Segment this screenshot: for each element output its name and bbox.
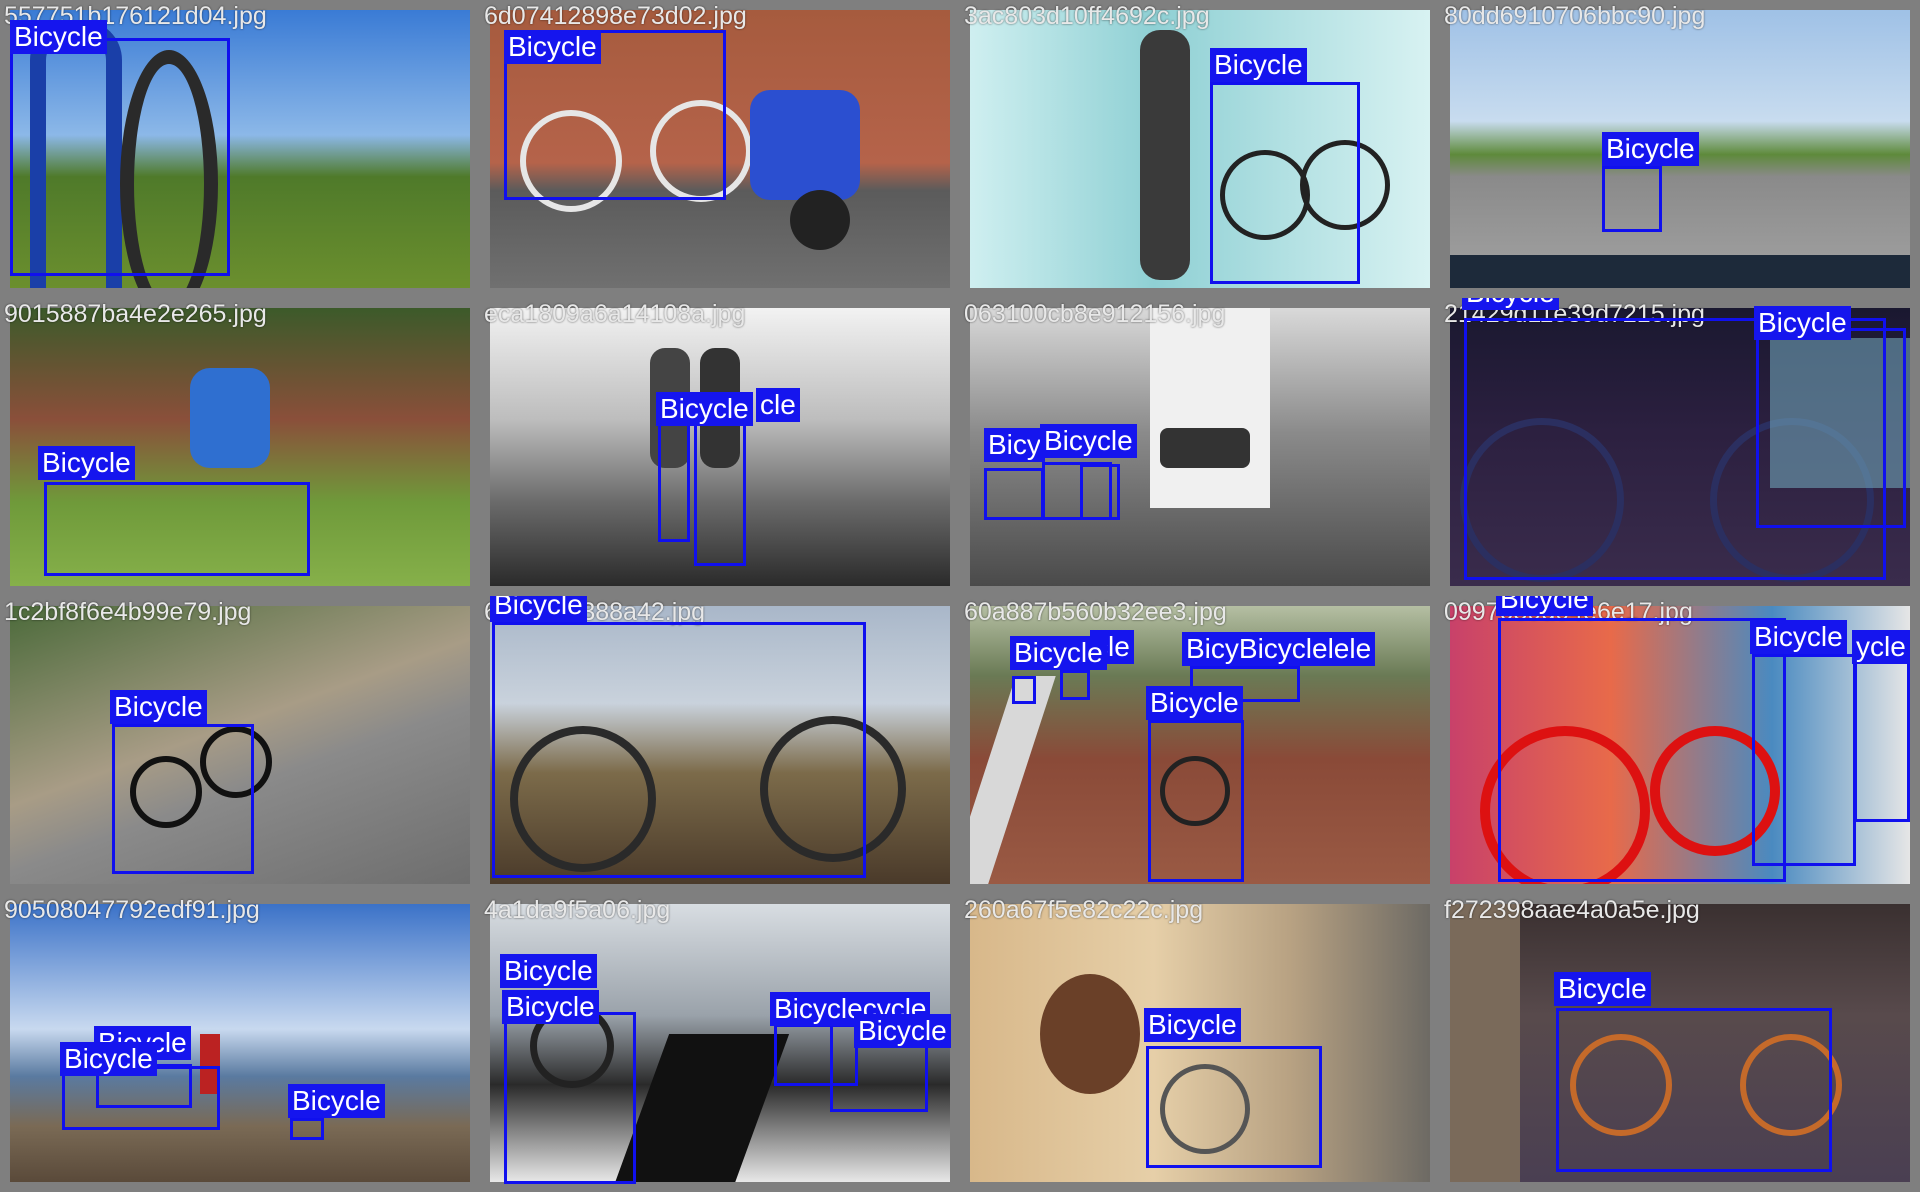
filename: 90508047792edf91.jpg bbox=[4, 896, 260, 924]
bbox bbox=[694, 412, 746, 566]
tile-5: 9015887ba4e2e265.jpg Bicycle bbox=[0, 298, 480, 596]
bbox bbox=[1148, 720, 1244, 882]
bbox bbox=[10, 38, 230, 276]
filename: eca1809a6a14108a.jpg bbox=[484, 300, 746, 328]
tile-7: 063100cb8e912156.jpg Bicy Bicycle bbox=[960, 298, 1440, 596]
bbox bbox=[290, 1118, 324, 1140]
label: Bicycle bbox=[38, 446, 135, 480]
filename: f272398aae4a0a5e.jpg bbox=[1444, 896, 1700, 924]
tile-16: f272398aae4a0a5e.jpg Bicycle bbox=[1440, 894, 1920, 1192]
label: Bicycle bbox=[490, 596, 587, 622]
label: Bicycle bbox=[10, 20, 107, 54]
tile-1: 557751b176121d04.jpg Bicycle bbox=[0, 0, 480, 298]
mosaic-grid: 557751b176121d04.jpg Bicycle 6d07412898e… bbox=[0, 0, 1920, 1192]
tile-12: 0997059d04e6e17.jpg Bicycle Bicycle ycle bbox=[1440, 596, 1920, 894]
filename: 60a887b560b32ee3.jpg bbox=[964, 598, 1227, 626]
filename: 1c2bf8f6e4b99e79.jpg bbox=[4, 598, 252, 626]
bbox bbox=[112, 724, 254, 874]
bbox bbox=[1602, 166, 1662, 232]
tile-4: 80dd6910706bbc90.jpg Bicycle bbox=[1440, 0, 1920, 298]
bbox bbox=[1210, 82, 1360, 284]
label: Bicycle bbox=[854, 1014, 951, 1048]
label: ycle bbox=[1852, 630, 1910, 664]
tile-2: 6d07412898e73d02.jpg Bicycle bbox=[480, 0, 960, 298]
label: Bicycle bbox=[1040, 424, 1137, 458]
tile-3: 3ac803d10ff4692c.jpg Bicycle bbox=[960, 0, 1440, 298]
tile-11: 60a887b560b32ee3.jpg Bicycle cle BicyBic… bbox=[960, 596, 1440, 894]
tile-14: 4a1da9f5a06.jpg Bicycle Bicycle Bicyclec… bbox=[480, 894, 960, 1192]
bbox bbox=[984, 468, 1044, 520]
filename: 260a67f5e82c22c.jpg bbox=[964, 896, 1204, 924]
label: Bicycle bbox=[504, 30, 601, 64]
tile-10: 6ee4aed388a42.jpg Bicycle bbox=[480, 596, 960, 894]
tile-15: 260a67f5e82c22c.jpg Bicycle bbox=[960, 894, 1440, 1192]
label: Bicycle bbox=[1146, 686, 1243, 720]
tile-6: eca1809a6a14108a.jpg Bicycle cle bbox=[480, 298, 960, 596]
label: Bicycle bbox=[1750, 620, 1847, 654]
bbox bbox=[1556, 1008, 1832, 1172]
bbox bbox=[1080, 464, 1120, 520]
tile-8: 21429d11e39d7215.jpg Bicycle Bicycle bbox=[1440, 298, 1920, 596]
label: Bicycle bbox=[1496, 596, 1593, 616]
label: Bicycle bbox=[288, 1084, 385, 1118]
bbox bbox=[1756, 328, 1906, 528]
bbox bbox=[1146, 1046, 1322, 1168]
label: Bicycle bbox=[656, 392, 753, 426]
label: cle bbox=[756, 388, 800, 422]
bbox bbox=[1752, 654, 1856, 866]
filename: 063100cb8e912156.jpg bbox=[964, 300, 1226, 328]
tile-13: 90508047792edf91.jpg Bicycle Bicycle Bic… bbox=[0, 894, 480, 1192]
label: Bicycle bbox=[1602, 132, 1699, 166]
label: Bicycle bbox=[1010, 636, 1107, 670]
label: Bicycle bbox=[500, 954, 597, 988]
label: Bicycle bbox=[1754, 306, 1851, 340]
bbox bbox=[1060, 670, 1090, 700]
bbox bbox=[504, 1012, 636, 1184]
label: Bicycle bbox=[1554, 972, 1651, 1006]
label: Bicycle bbox=[1144, 1008, 1241, 1042]
bbox bbox=[492, 622, 866, 878]
label: Bicycle bbox=[1462, 298, 1559, 310]
bbox bbox=[1498, 618, 1786, 882]
label: Bicycle bbox=[110, 690, 207, 724]
filename: 3ac803d10ff4692c.jpg bbox=[964, 2, 1210, 30]
filename: 80dd6910706bbc90.jpg bbox=[1444, 2, 1706, 30]
tile-9: 1c2bf8f6e4b99e79.jpg Bicycle bbox=[0, 596, 480, 894]
filename: 9015887ba4e2e265.jpg bbox=[4, 300, 267, 328]
label: Bicycle bbox=[60, 1042, 157, 1076]
filename: 6d07412898e73d02.jpg bbox=[484, 2, 747, 30]
bbox bbox=[1854, 658, 1910, 822]
bbox bbox=[658, 416, 690, 542]
label: Bicy bbox=[984, 428, 1045, 462]
bbox bbox=[1012, 676, 1036, 704]
bbox bbox=[44, 482, 310, 576]
label: Bicycle bbox=[502, 990, 599, 1024]
photo bbox=[970, 10, 1430, 288]
label: Bicycle bbox=[1210, 48, 1307, 82]
filename: 4a1da9f5a06.jpg bbox=[484, 896, 671, 924]
label: BicyBicyclelele bbox=[1182, 632, 1376, 666]
